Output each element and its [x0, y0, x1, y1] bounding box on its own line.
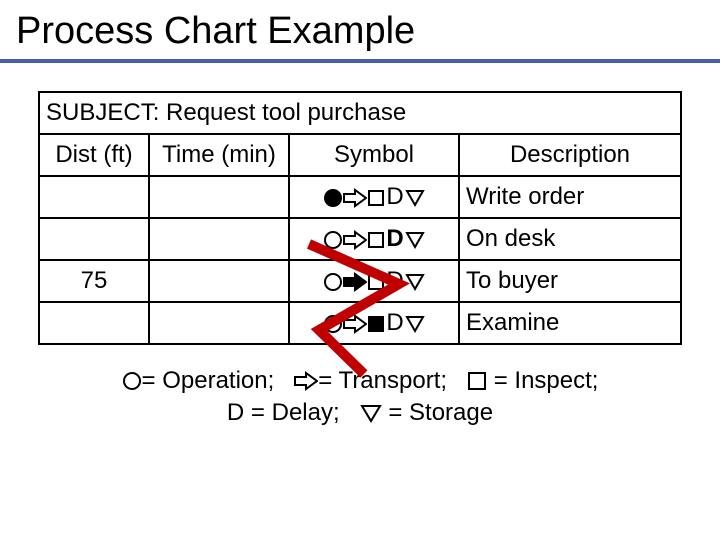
operation-icon: [122, 367, 142, 394]
header-dist: Dist (ft): [39, 134, 149, 176]
transport-icon: [343, 225, 367, 252]
page-title: Process Chart Example: [0, 0, 720, 57]
legend-storage: = Storage: [388, 399, 493, 426]
legend: = Operation; = Transport; = Inspect; D =…: [38, 365, 682, 430]
storage-icon: [405, 183, 425, 210]
subject-label: SUBJECT:: [46, 99, 159, 126]
delay-icon: D: [385, 183, 405, 210]
table-row: D Write order: [39, 176, 681, 218]
storage-icon: [405, 225, 425, 252]
legend-inspect: = Inspect;: [494, 367, 599, 394]
header-desc: Description: [459, 134, 681, 176]
legend-transport: = Transport;: [318, 367, 447, 394]
legend-delay-glyph: D: [227, 399, 244, 426]
desc-cell: Examine: [459, 302, 681, 344]
slide: Process Chart Example SUBJECT: Request t…: [0, 0, 720, 540]
desc-cell: On desk: [459, 218, 681, 260]
operation-icon: [323, 309, 343, 336]
header-time: Time (min): [149, 134, 289, 176]
legend-operation: = Operation;: [142, 367, 275, 394]
header-symbol: Symbol: [289, 134, 459, 176]
subject-cell: SUBJECT: Request tool purchase: [39, 92, 681, 134]
subject-value: Request tool purchase: [166, 99, 406, 126]
desc-cell: To buyer: [459, 260, 681, 302]
storage-icon: [405, 267, 425, 294]
table-row: D On desk: [39, 218, 681, 260]
delay-icon: D: [385, 309, 405, 336]
delay-icon: D: [385, 225, 405, 252]
storage-icon: [405, 309, 425, 336]
transport-icon: [343, 183, 367, 210]
symbol-cell: D: [289, 176, 459, 218]
time-cell: [149, 260, 289, 302]
operation-icon: [323, 225, 343, 252]
symbol-cell: D: [289, 260, 459, 302]
storage-icon: [360, 399, 382, 426]
content-area: SUBJECT: Request tool purchase Dist (ft)…: [0, 63, 720, 430]
table-row: D Examine: [39, 302, 681, 344]
inspect-icon: [367, 225, 385, 252]
delay-icon: D: [385, 267, 405, 294]
transport-icon: [343, 267, 367, 294]
legend-delay: = Delay;: [251, 399, 340, 426]
dist-cell: [39, 302, 149, 344]
inspect-icon: [367, 309, 385, 336]
dist-cell: [39, 218, 149, 260]
subject-row: SUBJECT: Request tool purchase: [39, 92, 681, 134]
table-row: 75 D To buyer: [39, 260, 681, 302]
symbol-cell: D: [289, 302, 459, 344]
dist-cell: 75: [39, 260, 149, 302]
inspect-icon: [367, 267, 385, 294]
operation-icon: [323, 267, 343, 294]
time-cell: [149, 302, 289, 344]
operation-icon: [323, 183, 343, 210]
inspect-icon: [367, 183, 385, 210]
transport-icon: [343, 309, 367, 336]
desc-cell: Write order: [459, 176, 681, 218]
dist-cell: [39, 176, 149, 218]
symbol-cell: D: [289, 218, 459, 260]
process-chart-table: SUBJECT: Request tool purchase Dist (ft)…: [38, 91, 682, 345]
transport-icon: [294, 367, 318, 394]
inspect-icon: [467, 367, 487, 394]
time-cell: [149, 176, 289, 218]
header-row: Dist (ft) Time (min) Symbol Description: [39, 134, 681, 176]
time-cell: [149, 218, 289, 260]
